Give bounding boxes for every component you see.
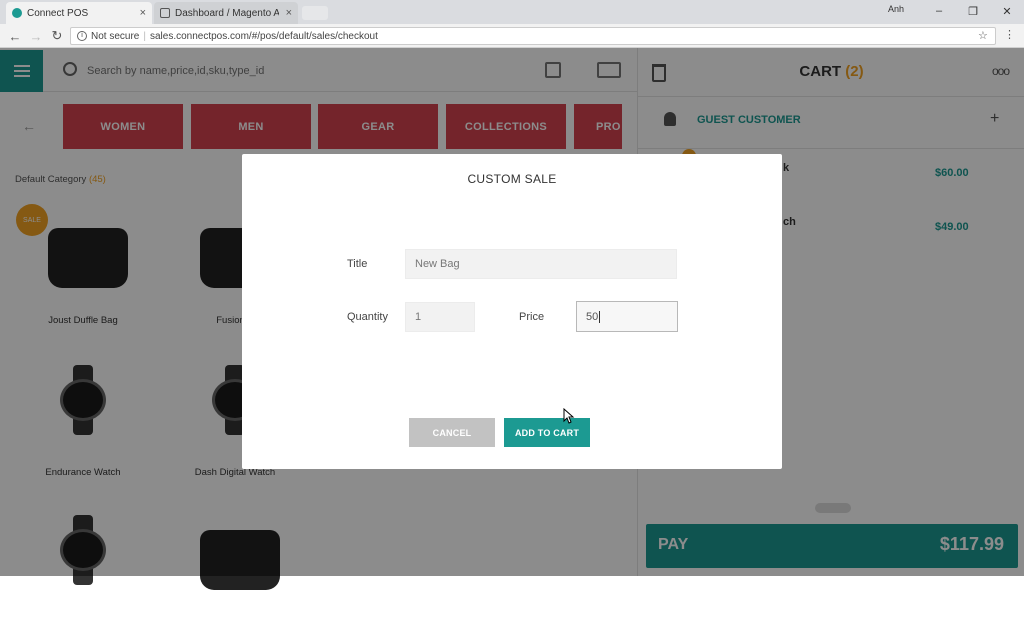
title-input[interactable]: New Bag	[405, 249, 677, 279]
tab-connect-pos[interactable]: Connect POS ×	[6, 2, 152, 24]
url-text: sales.connectpos.com/#/pos/default/sales…	[149, 30, 378, 42]
separator: |	[143, 30, 146, 42]
tab-magento-dashboard[interactable]: Dashboard / Magento A ×	[154, 2, 298, 24]
bookmark-star-icon[interactable]: ☆	[978, 29, 988, 42]
close-tab-icon[interactable]: ×	[140, 7, 146, 19]
title-label: Title	[347, 258, 368, 270]
dialog-title: CUSTOM SALE	[467, 172, 557, 186]
magento-favicon-icon	[160, 8, 170, 18]
restore-icon[interactable]: ❐	[956, 0, 990, 22]
url-input[interactable]: i Not secure | sales.connectpos.com/#/po…	[70, 27, 996, 45]
price-label: Price	[519, 311, 545, 323]
close-tab-icon[interactable]: ×	[286, 7, 292, 19]
back-icon[interactable]: ←	[6, 26, 24, 46]
cancel-button[interactable]: CANCEL	[409, 418, 495, 447]
mouse-cursor-icon	[563, 408, 575, 424]
chrome-menu-icon[interactable]: ⋮	[1004, 28, 1015, 41]
add-to-cart-button[interactable]: ADD TO CART	[504, 418, 590, 447]
tab-title: Connect POS	[27, 7, 89, 19]
close-window-icon[interactable]: ✕	[990, 0, 1024, 22]
price-input[interactable]: 50	[576, 301, 678, 332]
custom-sale-dialog: CUSTOM SALE Title New Bag Quantity 1 Pri…	[242, 154, 782, 469]
security-label: Not secure	[91, 30, 140, 42]
reload-icon[interactable]: ↻	[48, 26, 66, 46]
tab-title: Dashboard / Magento A	[175, 7, 279, 19]
text-cursor	[599, 310, 601, 323]
new-tab-button[interactable]	[302, 6, 328, 20]
quantity-label: Quantity	[347, 311, 388, 323]
price-value: 50	[586, 310, 599, 323]
quantity-input[interactable]: 1	[405, 302, 475, 332]
connectpos-favicon-icon	[12, 8, 22, 18]
browser-tab-bar: Connect POS × Dashboard / Magento A × An…	[0, 0, 1024, 24]
profile-label[interactable]: Anh	[888, 4, 904, 14]
info-icon: i	[77, 31, 87, 41]
forward-icon[interactable]: →	[27, 26, 45, 46]
minimize-icon[interactable]: –	[922, 0, 956, 22]
